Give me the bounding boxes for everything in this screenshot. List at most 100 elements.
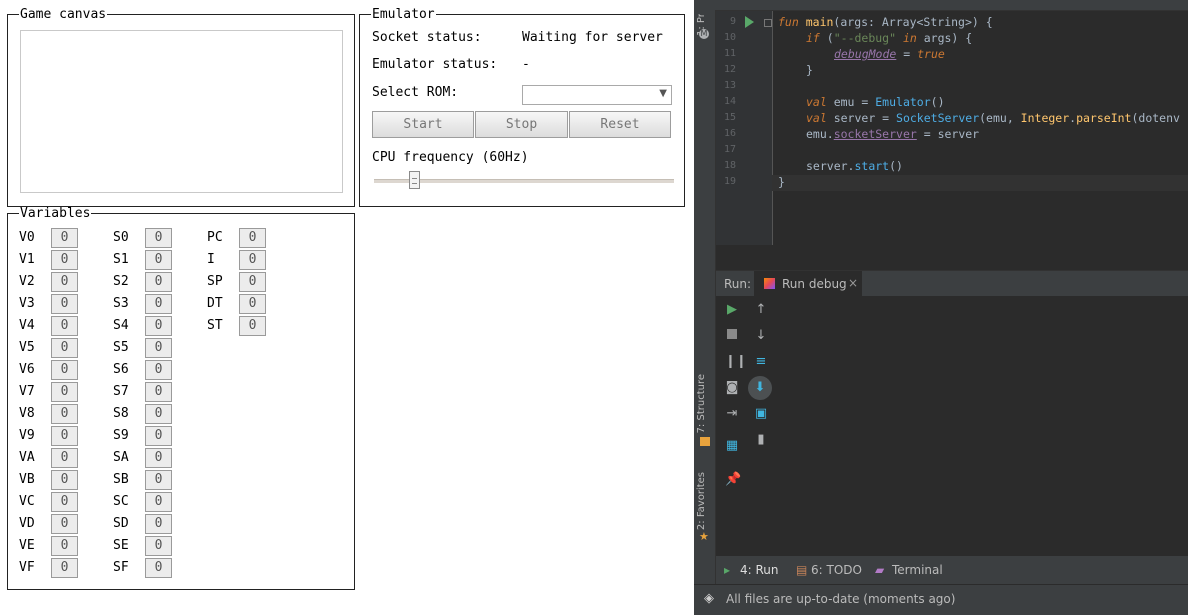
register-value-s1: 0 [145, 250, 172, 270]
register-value-v3: 0 [51, 294, 78, 314]
register-label-s7: S7 [113, 384, 129, 399]
emulator-status-value: - [522, 57, 530, 72]
terminal-icon: ▰ [875, 563, 885, 577]
register-value-v4: 0 [51, 316, 78, 336]
register-value-v6: 0 [51, 360, 78, 380]
register-label-v3: V3 [19, 296, 35, 311]
register-label-v6: V6 [19, 362, 35, 377]
run-debug-tab[interactable]: Run debug × [754, 271, 862, 297]
code-line-12: } [806, 63, 813, 77]
code-line-18: server.start() [806, 159, 903, 173]
status-message: All files are up-to-date (moments ago) [726, 592, 956, 606]
register-value-i: 0 [239, 250, 266, 270]
m-icon[interactable]: M [699, 29, 709, 39]
socket-status-value: Waiting for server [522, 30, 663, 45]
emulator-app: Game canvas Emulator Socket status: Wait… [0, 0, 694, 614]
close-icon[interactable]: × [848, 276, 858, 290]
register-label-s6: S6 [113, 362, 129, 377]
bottom-tab-terminal[interactable]: Terminal [892, 563, 943, 577]
camera-icon[interactable]: ◙ [725, 381, 739, 395]
line-number: 10 [723, 32, 736, 43]
soft-wrap-icon[interactable]: ≡ [754, 355, 768, 369]
rerun-icon[interactable]: ▶ [725, 303, 739, 317]
line-number: 17 [723, 144, 736, 155]
layout-icon[interactable]: ▦ [725, 439, 739, 453]
cpu-frequency-label: CPU frequency (60Hz) [372, 150, 529, 165]
arrow-up-icon[interactable]: ↑ [754, 303, 768, 317]
stop-button[interactable]: Stop [475, 111, 568, 138]
register-label-se: SE [113, 538, 129, 553]
register-label-pc: PC [207, 230, 223, 245]
register-label-v1: V1 [19, 252, 35, 267]
register-value-pc: 0 [239, 228, 266, 248]
arrow-down-icon[interactable]: ↓ [754, 329, 768, 343]
status-bar: ◈ All files are up-to-date (moments ago) [694, 584, 1188, 615]
reset-button[interactable]: Reset [569, 111, 671, 138]
structure-tab[interactable]: 7: Structure [696, 374, 707, 433]
code-line-16: emu.socketServer = server [806, 127, 980, 141]
pause-icon[interactable]: ❙❙ [725, 355, 747, 369]
star-icon: ★ [699, 530, 709, 543]
game-canvas-title: Game canvas [20, 7, 107, 22]
register-label-s8: S8 [113, 406, 129, 421]
fold-marker-icon[interactable] [764, 19, 772, 27]
layers-icon[interactable]: ◈ [704, 591, 714, 606]
register-value-st: 0 [239, 316, 266, 336]
register-label-sd: SD [113, 516, 129, 531]
register-label-s5: S5 [113, 340, 129, 355]
start-button[interactable]: Start [372, 111, 474, 138]
game-canvas[interactable] [20, 30, 343, 193]
register-value-v7: 0 [51, 382, 78, 402]
register-label-dt: DT [207, 296, 223, 311]
bottom-tab-todo[interactable]: 6: TODO [811, 563, 862, 577]
current-line-highlight [772, 175, 1188, 191]
exit-icon[interactable]: ⇥ [725, 407, 739, 421]
register-label-vb: VB [19, 472, 35, 487]
code-line-14: val emu = Emulator() [806, 95, 945, 109]
register-value-s8: 0 [145, 404, 172, 424]
tool-window-strip: 1: Pro M 7: Structure 2: Favorites ★ [694, 10, 716, 584]
socket-status-label: Socket status: [372, 30, 482, 45]
favorites-tab[interactable]: 2: Favorites [696, 472, 707, 530]
ide-panel: 1: Pro M 7: Structure 2: Favorites ★ 9 10… [694, 0, 1188, 615]
register-value-sb: 0 [145, 470, 172, 490]
trash-icon[interactable]: ▮ [754, 433, 768, 447]
code-editor[interactable]: 9 10 11 12 13 14 15 16 17 18 19 fun main(args: Arr… [716, 11, 1188, 245]
rom-select[interactable]: ▼ [522, 85, 672, 105]
line-number: 16 [723, 128, 736, 139]
register-value-v8: 0 [51, 404, 78, 424]
register-value-sa: 0 [145, 448, 172, 468]
run-tab-label: Run debug [782, 277, 847, 291]
register-value-s5: 0 [145, 338, 172, 358]
register-value-s2: 0 [145, 272, 172, 292]
register-value-v5: 0 [51, 338, 78, 358]
todo-icon: ▤ [796, 563, 808, 577]
run-gutter-icon[interactable] [745, 16, 754, 28]
register-label-s4: S4 [113, 318, 129, 333]
register-value-vd: 0 [51, 514, 78, 534]
pin-icon[interactable]: 📌 [725, 473, 741, 487]
register-value-s7: 0 [145, 382, 172, 402]
bottom-tab-run[interactable]: 4: Run [740, 563, 779, 577]
register-value-se: 0 [145, 536, 172, 556]
code-line-9: fun main(args: Array<String>) { [778, 15, 993, 29]
register-label-v4: V4 [19, 318, 35, 333]
register-label-v7: V7 [19, 384, 35, 399]
slider-thumb[interactable] [409, 171, 420, 189]
register-value-ve: 0 [51, 536, 78, 556]
register-value-v0: 0 [51, 228, 78, 248]
variables-title: Variables [20, 206, 91, 221]
stop-icon[interactable] [725, 329, 739, 343]
scroll-to-end-icon[interactable]: ⬇ [748, 376, 772, 400]
register-label-s1: S1 [113, 252, 129, 267]
code-line-19: } [778, 175, 785, 189]
register-label-s9: S9 [113, 428, 129, 443]
register-label-v5: V5 [19, 340, 35, 355]
register-value-sf: 0 [145, 558, 172, 578]
print-icon[interactable]: ▣ [754, 407, 768, 421]
line-number: 15 [723, 112, 736, 123]
code-line-15: val server = SocketServer(emu, Integer.p… [806, 111, 1180, 125]
run-console[interactable]: ▶ ↑ ↓ ❙❙ ≡ ◙ ⬇ ⇥ ▣ ▦ ▮ 📌 [716, 296, 1188, 546]
register-value-s4: 0 [145, 316, 172, 336]
line-number: 18 [723, 160, 736, 171]
